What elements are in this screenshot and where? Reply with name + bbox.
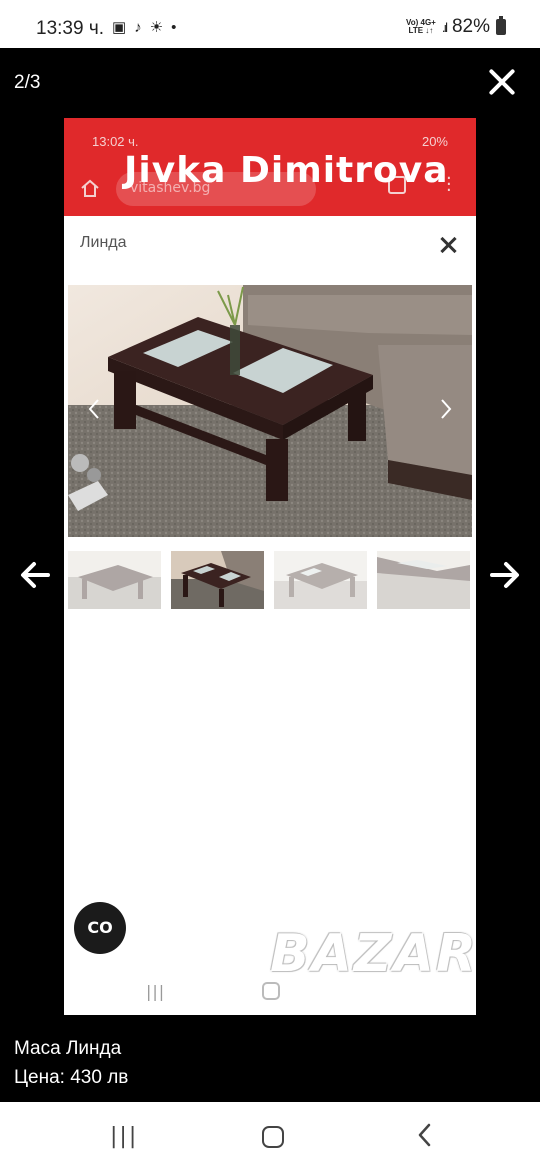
system-nav-bar: ||| xyxy=(0,1102,540,1170)
displayed-image[interactable]: 13:02 ч. 20% vitashev.bg · · · Jivka Dimit… xyxy=(64,118,476,1015)
inner-home-icon xyxy=(262,982,280,1000)
thumbnail-selected xyxy=(171,551,264,609)
tiktok-icon: ♪ xyxy=(134,19,142,36)
back-icon[interactable] xyxy=(414,1122,436,1148)
close-icon[interactable] xyxy=(486,66,518,98)
thumbnail-strip xyxy=(68,551,472,611)
home-button-icon[interactable] xyxy=(262,1126,284,1148)
thumbnail xyxy=(68,551,161,609)
arrow-left-icon[interactable] xyxy=(18,558,52,592)
caption-price: Цена: 430 лв xyxy=(14,1067,129,1088)
brightness-icon: ☀ xyxy=(149,19,164,36)
gallery-icon: ▣ xyxy=(112,19,127,36)
notification-icons: ▣ ♪ ☀ • xyxy=(112,19,176,37)
gallery-title: Линда xyxy=(80,234,127,251)
image-caption: Маса Линда Цена: 430 лв xyxy=(14,1034,128,1092)
image-viewer-screen: 13:39 ч. ▣ ♪ ☀ • Vo) 4G+ LTE ↓↑ .ıl 82% … xyxy=(0,0,540,1170)
inner-status-battery: 20% xyxy=(421,134,448,149)
inner-recents-icon: ||| xyxy=(146,982,166,1001)
recents-icon[interactable]: ||| xyxy=(110,1124,138,1149)
network-indicator: Vo) 4G+ LTE ↓↑ xyxy=(405,18,436,35)
thumbnail xyxy=(274,551,367,609)
status-time: 13:39 ч. xyxy=(36,18,105,39)
bazar-watermark: BAZAR xyxy=(270,924,476,984)
thumbnail xyxy=(377,551,470,609)
gallery-close-icon xyxy=(440,236,458,254)
dot-icon: • xyxy=(171,19,177,36)
battery-icon xyxy=(496,16,506,35)
product-photo xyxy=(68,285,472,537)
signal-icon: .ıl xyxy=(441,19,448,35)
inner-browser-header: 13:02 ч. 20% vitashev.bg · · · Jivka Dimit… xyxy=(64,118,476,216)
status-bar: 13:39 ч. ▣ ♪ ☀ • Vo) 4G+ LTE ↓↑ .ıl 82% xyxy=(0,0,540,48)
overlay-name: Jivka Dimitrova xyxy=(124,150,449,191)
arrow-right-icon[interactable] xyxy=(488,558,522,592)
caption-title: Маса Линда xyxy=(14,1038,122,1059)
floating-action-button: CO xyxy=(74,902,126,954)
home-icon xyxy=(81,179,99,197)
status-right: Vo) 4G+ LTE ↓↑ .ıl 82% xyxy=(406,16,506,38)
battery-level: 82% xyxy=(451,16,490,37)
inner-status-time: 13:02 ч. xyxy=(92,134,139,149)
image-counter: 2/3 xyxy=(14,72,41,93)
